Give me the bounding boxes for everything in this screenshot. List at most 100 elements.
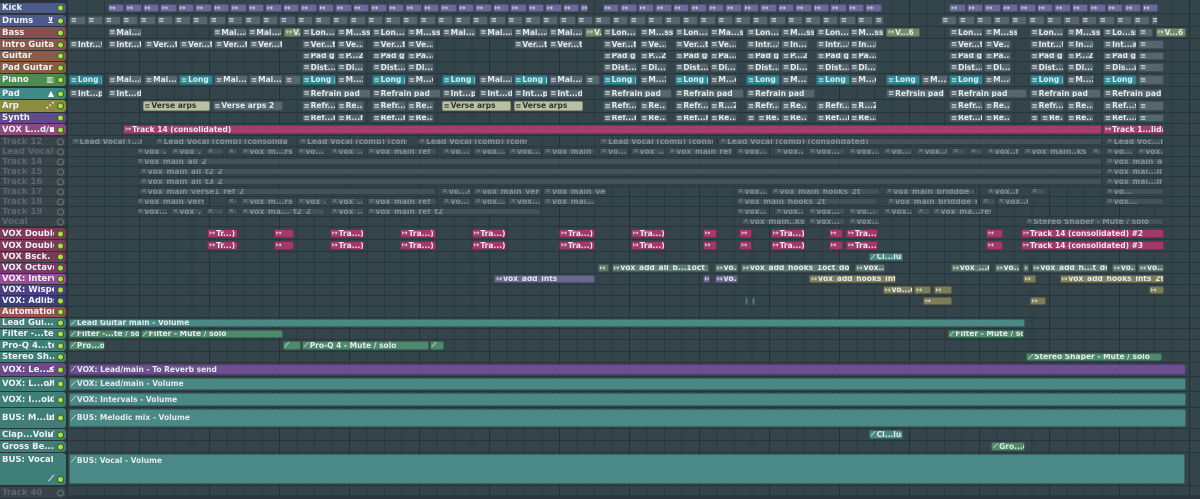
- playlist-clip[interactable]: ↦: [1019, 4, 1036, 12]
- track-mute-led[interactable]: [57, 443, 64, 450]
- playlist-clip[interactable]: ≡: [839, 16, 856, 25]
- playlist-clip[interactable]: ≡Int...pad: [513, 89, 548, 98]
- playlist-clip[interactable]: ≡ M...ss: [1066, 28, 1101, 37]
- playlist-clip[interactable]: ≡ Ref...s: [1103, 101, 1138, 111]
- track-lane-vox-double-left[interactable]: ↦Tr...) #2↦↦Tra...) #2↦Tra...) #2↦Tra...…: [68, 228, 1200, 240]
- playlist-clip[interactable]: ≡ Verse arps: [441, 101, 511, 111]
- playlist-clip[interactable]: ≡Dist...tar: [816, 63, 851, 72]
- playlist-clip[interactable]: ↦: [830, 4, 847, 12]
- playlist-clip[interactable]: ≡Lon...ass: [746, 28, 781, 37]
- playlist-clip[interactable]: ≡ M...ss: [406, 28, 441, 37]
- playlist-clip[interactable]: ≡Di...r: [406, 63, 434, 72]
- track-mute-led[interactable]: [57, 319, 64, 327]
- playlist-clip[interactable]: ≡: [454, 16, 471, 25]
- track-mute-led[interactable]: [57, 230, 64, 237]
- playlist-clip[interactable]: ≡Di...r: [639, 63, 667, 72]
- track-mute-led[interactable]: [57, 158, 64, 165]
- track-header-vox-double-left[interactable]: VOX Double left: [0, 228, 66, 239]
- playlist-clip[interactable]: ↦: [690, 4, 707, 12]
- playlist-clip[interactable]: ✕ vox_main_ref: [366, 198, 438, 205]
- playlist-clip[interactable]: ↦Tra...) #3: [846, 241, 879, 250]
- track-lane-arp[interactable]: ≡Verse arps≡Verse arps 2≡Refr...ps≡Re...…: [68, 100, 1200, 113]
- playlist-clip[interactable]: ≡Refr...ps: [949, 101, 984, 111]
- playlist-clip[interactable]: ≡: [244, 16, 261, 25]
- playlist-clip[interactable]: ≡: [1150, 16, 1159, 25]
- track-mute-led[interactable]: [57, 342, 64, 349]
- track-header-intro-guitar[interactable]: Intro Guitar: [0, 39, 66, 50]
- playlist-clip[interactable]: ≡Long pi: [816, 75, 851, 85]
- playlist-clip[interactable]: ↦: [1036, 4, 1054, 12]
- playlist-clip[interactable]: ≡Long pi: [179, 75, 214, 85]
- playlist-clip[interactable]: ≡ Refrain pad: [1029, 89, 1101, 98]
- playlist-clip[interactable]: ↦: [602, 4, 620, 12]
- playlist-clip[interactable]: ≡Ref...h 2: [816, 114, 851, 122]
- track-lane-stereo-sh-e-solo[interactable]: ⟋ Stereo Shaper - Mute / solo: [68, 352, 1200, 363]
- playlist-clip[interactable]: ≡: [191, 16, 208, 25]
- playlist-clip[interactable]: ≡Dist...tar: [674, 63, 709, 72]
- playlist-clip[interactable]: ≡Ref...h 2: [949, 114, 984, 122]
- playlist-clip[interactable]: ≡Pad gui: [602, 52, 637, 60]
- playlist-clip[interactable]: ≡: [769, 16, 786, 25]
- track-header-arp[interactable]: Arp ⋰: [0, 100, 66, 112]
- playlist-clip[interactable]: ≡Pad gui: [301, 52, 336, 60]
- playlist-clip[interactable]: ↦Tra...) #2: [399, 229, 436, 238]
- playlist-clip[interactable]: ≡M...2: [921, 75, 949, 85]
- playlist-clip[interactable]: ≡ Ref...2: [1103, 114, 1138, 122]
- playlist-clip[interactable]: ↦: [744, 297, 748, 305]
- playlist-clip[interactable]: ≡: [786, 16, 803, 25]
- playlist-clip[interactable]: ≡Ver...tar: [371, 40, 406, 49]
- track-lane-clap-volume[interactable]: ⟋Cl...lume: [68, 429, 1200, 441]
- playlist-clip[interactable]: ≡Long pi: [301, 75, 336, 85]
- playlist-clip[interactable]: ≡Refr...ps: [746, 101, 781, 111]
- playlist-clip[interactable]: ↦: [949, 4, 966, 12]
- track-lane-vox-bsck-source-1[interactable]: ⟋Cl...lume: [68, 252, 1200, 263]
- playlist-clip[interactable]: ↦vo...t: [1138, 264, 1164, 272]
- playlist-clip[interactable]: ↦Tra...) #2: [630, 229, 665, 238]
- playlist-clip[interactable]: ↦ Track 14 (consolidated) #3: [1021, 241, 1164, 250]
- track-mute-led[interactable]: [57, 178, 64, 185]
- playlist-clip[interactable]: ↦vox_add_all_b...1oct_down #2: [611, 264, 709, 272]
- playlist-clip[interactable]: ≡Refr...ps: [816, 101, 851, 111]
- playlist-clip[interactable]: ↦vo...t: [1112, 264, 1136, 272]
- playlist-clip[interactable]: ≡: [1028, 16, 1045, 25]
- track-mute-led[interactable]: [57, 102, 64, 110]
- track-lane-vox-adlibs[interactable]: ↦ ↦ ↦ ↦: [68, 296, 1200, 307]
- playlist-clip[interactable]: ≡Pad gui: [949, 52, 984, 60]
- playlist-clip[interactable]: ≡Ver...tar: [144, 40, 179, 49]
- playlist-clip[interactable]: ≡ P...2: [1066, 52, 1094, 60]
- playlist-clip[interactable]: ⟋Filter - Mute / solo: [140, 330, 284, 338]
- playlist-clip[interactable]: ≡Dis...ar: [1103, 63, 1138, 72]
- playlist-clip[interactable]: ↦V...: [585, 28, 602, 37]
- track-header-piano[interactable]: Piano ▥: [0, 74, 66, 86]
- playlist-clip[interactable]: ✕Lead Vocal (comp) (consolidated): [298, 138, 408, 145]
- playlist-clip[interactable]: ✕vo..._3t: [847, 208, 880, 215]
- track-mute-led[interactable]: [57, 353, 64, 361]
- playlist-clip[interactable]: ≡: [401, 16, 418, 25]
- playlist-clip[interactable]: ✕vox_m...rse1_4: [240, 148, 294, 155]
- playlist-clip[interactable]: ✕vox..._2t: [735, 188, 768, 195]
- playlist-clip[interactable]: ≡ R...h: [336, 114, 364, 122]
- playlist-clip[interactable]: ↦: [195, 4, 212, 12]
- playlist-clip[interactable]: ↦: [142, 4, 159, 12]
- playlist-clip[interactable]: ≡Mai...ass: [478, 28, 513, 37]
- track-lane-bus-m-lume[interactable]: ⟋ BUS: Melodic mix - Volume: [68, 408, 1200, 429]
- playlist-clip[interactable]: ↦Tra...) #3: [630, 241, 665, 250]
- playlist-clip[interactable]: ≡Ver...tar: [602, 40, 637, 49]
- playlist-clip[interactable]: ✕vox_main_briddge_ref_3t: [886, 198, 978, 205]
- playlist-clip[interactable]: ⟋Filter -...te / solo: [69, 330, 140, 338]
- playlist-clip[interactable]: ⟋Cl...lume: [868, 430, 903, 439]
- playlist-clip[interactable]: ↦: [125, 4, 142, 12]
- playlist-clip[interactable]: ↦: [160, 4, 177, 12]
- playlist-clip[interactable]: ✕ vox_main_verse1_ref_2: [139, 188, 436, 195]
- playlist-clip[interactable]: ≡Re...2: [406, 101, 434, 111]
- playlist-clip[interactable]: ↦: [986, 241, 1003, 250]
- playlist-clip[interactable]: ↦vo...: [994, 264, 1020, 272]
- playlist-clip[interactable]: ✕Lead Vocal (...nsolidated): [70, 138, 144, 145]
- playlist-clip[interactable]: ✕vox..._t2: [807, 208, 845, 215]
- playlist-clip[interactable]: ✕vox..._t2: [807, 218, 845, 225]
- playlist-clip[interactable]: ≡ P...2: [781, 52, 809, 60]
- playlist-clip[interactable]: ≡: [436, 16, 453, 25]
- playlist-clip[interactable]: ⟋ BUS: Vocal - Volume: [69, 454, 1185, 484]
- playlist-clip[interactable]: ≡Long pi: [1029, 75, 1064, 85]
- track-header-filter-te-solo[interactable]: Filter -...te / solo: [0, 329, 66, 339]
